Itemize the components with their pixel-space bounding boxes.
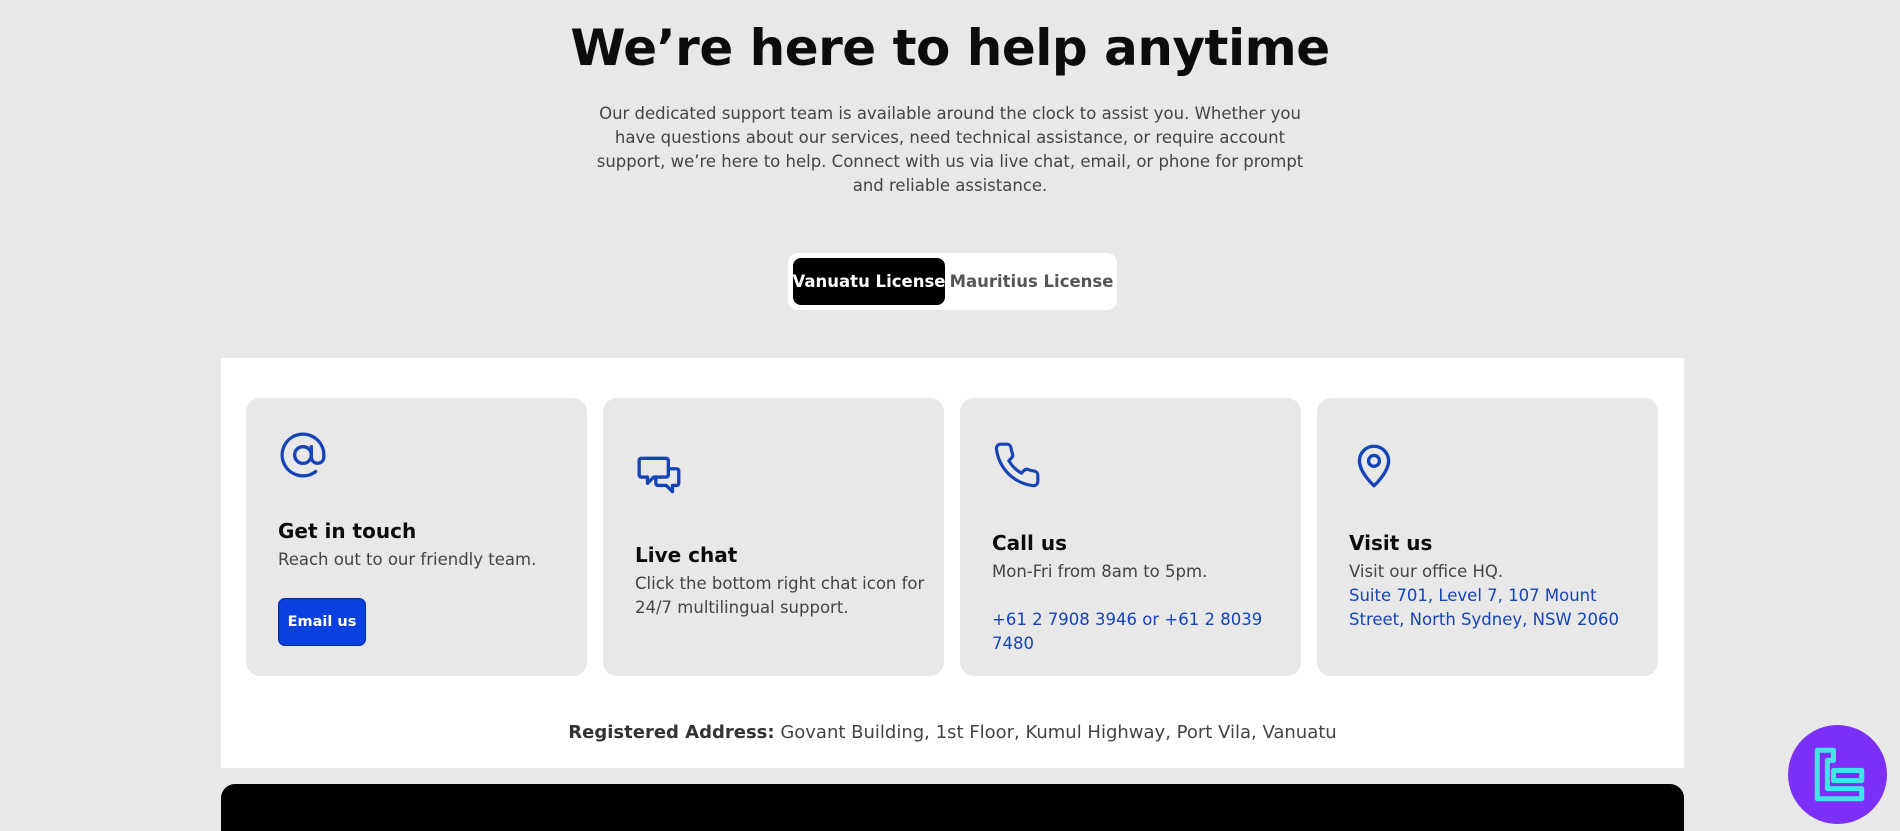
card-title: Call us bbox=[992, 531, 1067, 555]
tab-vanuatu-license[interactable]: Vanuatu License bbox=[793, 258, 945, 305]
card-title: Get in touch bbox=[278, 519, 417, 543]
chat-bubbles-icon bbox=[637, 456, 681, 494]
email-us-button[interactable]: Email us bbox=[278, 598, 366, 646]
card-description: Visit our office HQ. bbox=[1349, 562, 1504, 581]
card-visit-us: Visit us Visit our office HQ. Suite 701,… bbox=[1317, 398, 1658, 676]
card-title: Live chat bbox=[635, 543, 738, 567]
contact-panel: Get in touch Reach out to our friendly t… bbox=[221, 358, 1684, 768]
card-call-us: Call us Mon-Fri from 8am to 5pm. +61 2 7… bbox=[960, 398, 1301, 676]
footer-section bbox=[221, 784, 1684, 831]
card-get-in-touch: Get in touch Reach out to our friendly t… bbox=[246, 398, 587, 676]
hero-section: We’re here to help anytime Our dedicated… bbox=[0, 18, 1900, 198]
page-description: Our dedicated support team is available … bbox=[596, 104, 1304, 195]
card-description: Click the bottom right chat icon for 24/… bbox=[635, 574, 925, 617]
registered-address-label: Registered Address: bbox=[568, 722, 775, 743]
map-pin-icon bbox=[1357, 444, 1391, 488]
page-title: We’re here to help anytime bbox=[570, 19, 1330, 77]
registered-address-value: Govant Building, 1st Floor, Kumul Highwa… bbox=[774, 722, 1337, 743]
license-tabs: Vanuatu License Mauritius License bbox=[788, 253, 1117, 310]
card-live-chat: Live chat Click the bottom right chat ic… bbox=[603, 398, 944, 676]
card-description: Reach out to our friendly team. bbox=[278, 550, 537, 569]
at-sign-icon bbox=[280, 432, 326, 478]
office-address-link[interactable]: Suite 701, Level 7, 107 Mount Street, No… bbox=[1349, 584, 1639, 632]
chat-badge-icon[interactable] bbox=[1787, 724, 1888, 825]
phone-numbers-link[interactable]: +61 2 7908 3946 or +61 2 8039 7480 bbox=[992, 608, 1282, 656]
tab-mauritius-license[interactable]: Mauritius License bbox=[949, 258, 1114, 305]
contact-cards: Get in touch Reach out to our friendly t… bbox=[246, 398, 1658, 676]
phone-icon bbox=[994, 442, 1040, 488]
card-title: Visit us bbox=[1349, 531, 1433, 555]
registered-address: Registered Address: Govant Building, 1st… bbox=[221, 722, 1684, 743]
card-description: Mon-Fri from 8am to 5pm. bbox=[992, 562, 1208, 581]
